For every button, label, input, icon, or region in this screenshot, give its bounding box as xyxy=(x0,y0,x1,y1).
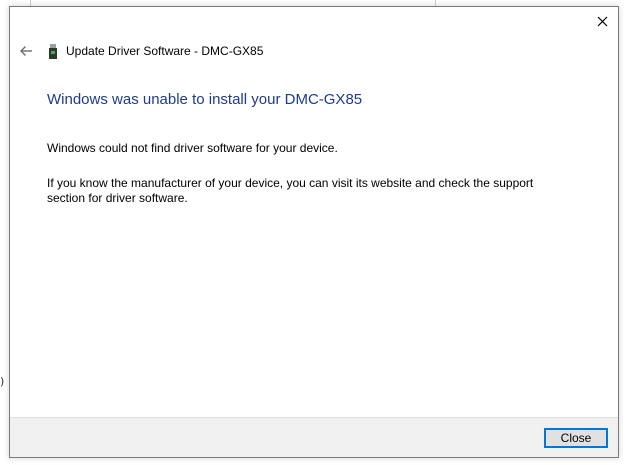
usb-device-icon xyxy=(46,42,60,60)
dialog-footer: Close xyxy=(10,417,618,457)
close-icon xyxy=(597,16,607,26)
background-edge-mark: ) xyxy=(0,375,5,388)
close-button[interactable]: Close xyxy=(544,428,608,448)
dialog-title: Update Driver Software - DMC-GX85 xyxy=(66,44,264,58)
update-driver-dialog: Update Driver Software - DMC-GX85 Window… xyxy=(9,6,619,458)
screen: ) Update Driver Software - DMC-GX85 Wind… xyxy=(0,0,629,465)
dialog-header: Update Driver Software - DMC-GX85 xyxy=(16,41,263,61)
error-message: Windows could not find driver software f… xyxy=(47,141,338,155)
back-arrow-icon xyxy=(20,46,32,56)
window-close-button[interactable] xyxy=(592,11,612,31)
help-message: If you know the manufacturer of your dev… xyxy=(47,176,534,205)
back-button[interactable] xyxy=(16,41,36,61)
main-heading: Windows was unable to install your DMC-G… xyxy=(47,91,363,108)
